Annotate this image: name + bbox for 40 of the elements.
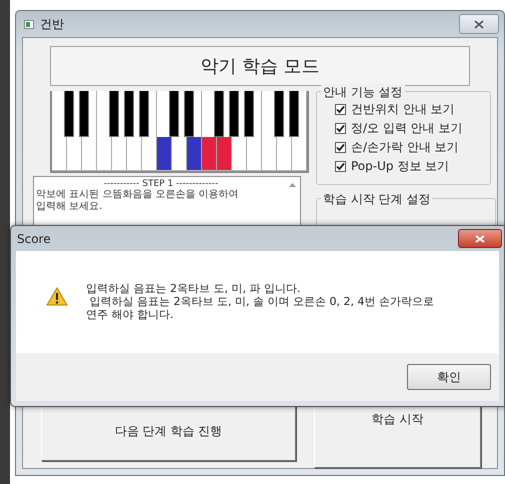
piano-key[interactable] (187, 137, 202, 171)
close-icon (475, 234, 485, 242)
group-title: 안내 기능 설정 (321, 84, 405, 101)
sharp-key[interactable] (169, 91, 179, 137)
sharp-key[interactable] (214, 91, 224, 137)
close-icon (474, 20, 484, 28)
piano-key[interactable] (157, 137, 172, 171)
warning-icon (46, 287, 68, 306)
sharp-key[interactable] (244, 91, 254, 137)
step-header: ----------- STEP 1 ------------- (102, 179, 220, 189)
sharp-key[interactable] (124, 91, 134, 137)
sharp-key[interactable] (139, 91, 149, 137)
ok-button[interactable]: 확인 (407, 364, 491, 390)
mode-heading: 악기 학습 모드 (50, 46, 470, 86)
checkbox-label[interactable]: 건반위치 안내 보기 (351, 101, 455, 118)
window-icon (24, 20, 34, 28)
close-button[interactable] (458, 229, 502, 248)
group-title: 학습 시작 단계 설정 (321, 191, 432, 208)
sharp-key[interactable] (64, 91, 74, 137)
piano-key[interactable] (202, 137, 217, 171)
sharp-key[interactable] (229, 91, 239, 137)
close-button[interactable] (459, 14, 499, 34)
sharp-key[interactable] (184, 91, 194, 137)
checkbox[interactable] (335, 161, 346, 172)
sharp-key[interactable] (79, 91, 89, 137)
piano-key[interactable] (217, 137, 232, 171)
checkbox-label[interactable]: 정/오 입력 안내 보기 (351, 120, 462, 137)
sharp-key[interactable] (274, 91, 284, 137)
sharp-key[interactable] (109, 91, 119, 137)
dialog-title: Score (17, 232, 51, 246)
checkbox-label[interactable]: 손/손가락 안내 보기 (351, 139, 459, 156)
checkbox-label[interactable]: Pop-Up 정보 보기 (351, 158, 450, 175)
dialog-message: 입력하실 음표는 2옥타브 도, 미, 파 입니다. 입력하실 음표는 2옥타브 도, 미, 솔 이며 오른손 0, 2, 4번 손가락으로 연주 해야 합니다. (86, 282, 434, 321)
scroll-up-icon[interactable] (289, 183, 296, 187)
checkbox[interactable] (335, 142, 346, 153)
step-text: 악보에 표시된 으뜸화음을 오른손을 이용하여 입력해 보세요. (36, 189, 240, 213)
sharp-key[interactable] (289, 91, 299, 137)
checkbox[interactable] (335, 104, 346, 115)
window-title: 건반 (40, 16, 64, 32)
checkbox[interactable] (335, 123, 346, 134)
